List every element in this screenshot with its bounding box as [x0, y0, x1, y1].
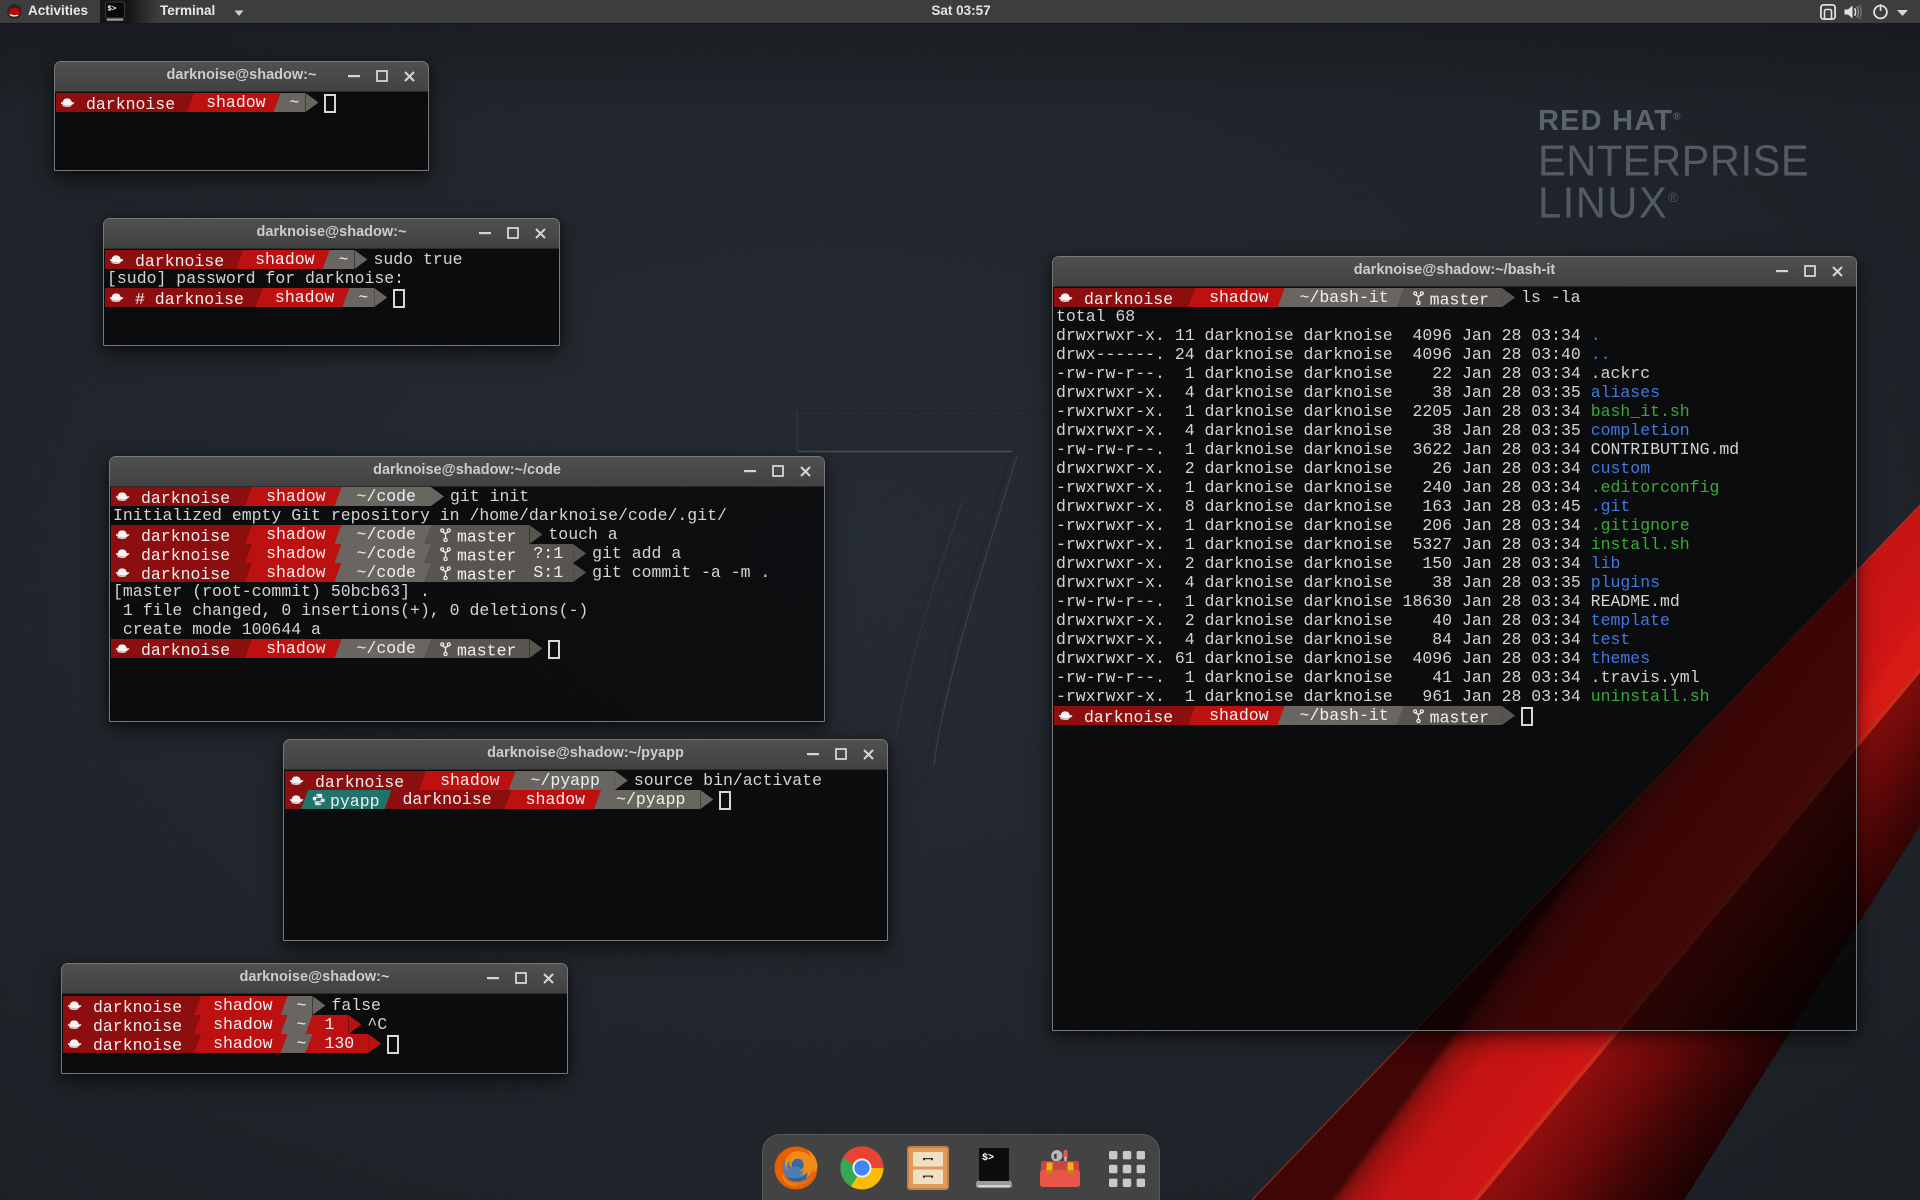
svg-text:$>: $>	[982, 1152, 994, 1164]
svg-text:$>: $>	[107, 6, 117, 14]
